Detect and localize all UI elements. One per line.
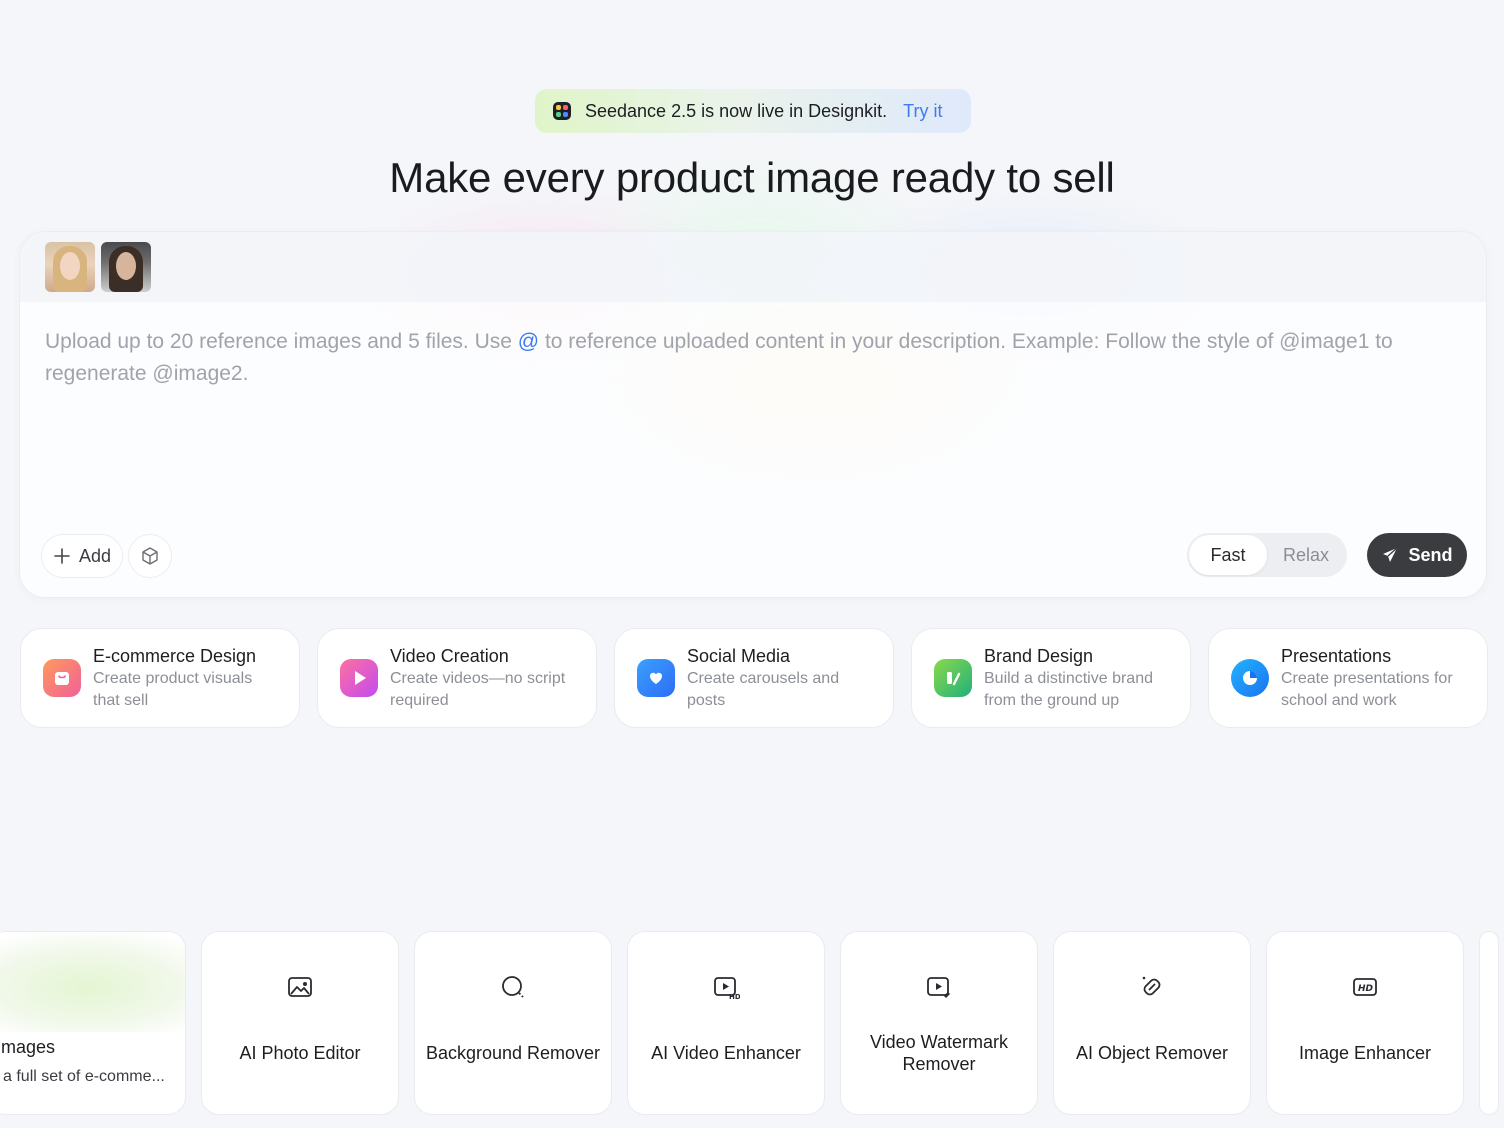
- eraser-icon: [1137, 972, 1167, 1002]
- page-headline: Make every product image ready to sell: [389, 154, 1115, 201]
- tool-cards: mages a full set of e-comme... AI Photo …: [0, 931, 1499, 1115]
- category-card-presentations[interactable]: Presentations Create presentations for s…: [1208, 628, 1488, 728]
- category-card-ecommerce-design[interactable]: E-commerce Design Create product visuals…: [20, 628, 300, 728]
- speed-toggle[interactable]: Fast Relax: [1187, 533, 1347, 577]
- tool-card-ai-object-remover[interactable]: AI Object Remover: [1053, 931, 1251, 1115]
- tool-label: AI Object Remover: [1075, 1043, 1229, 1063]
- tool-card-preview: [0, 932, 185, 1032]
- tool-card-partial[interactable]: [1479, 931, 1499, 1115]
- tool-label: AI Video Enhancer: [651, 1043, 801, 1063]
- category-title: E-commerce Design: [93, 646, 257, 666]
- shopping-bag-icon: [43, 659, 81, 697]
- category-title: Social Media: [687, 646, 791, 666]
- tool-label: mages: [1, 1037, 56, 1057]
- category-description: Create videos—no script required: [390, 670, 566, 709]
- tool-label: Video Watermark Remover: [869, 1032, 1009, 1074]
- tool-card-video-watermark-remover[interactable]: Video Watermark Remover: [840, 931, 1038, 1115]
- send-button[interactable]: Send: [1367, 533, 1467, 577]
- tool-card-ai-video-enhancer[interactable]: HD AI Video Enhancer: [627, 931, 825, 1115]
- tool-label: AI Photo Editor: [239, 1043, 361, 1063]
- brand-icon: [934, 659, 972, 697]
- tool-card-background-remover[interactable]: Background Remover: [414, 931, 612, 1115]
- designkit-logo-icon: [553, 102, 571, 120]
- video-hd-icon: HD: [711, 972, 741, 1002]
- heart-chat-icon: [637, 659, 675, 697]
- tool-card-image-enhancer[interactable]: HD Image Enhancer: [1266, 931, 1464, 1115]
- tool-label: Image Enhancer: [1298, 1043, 1432, 1063]
- category-description: Create product visuals that sell: [93, 670, 253, 709]
- add-button[interactable]: Add: [41, 534, 123, 578]
- add-button-label: Add: [78, 545, 112, 566]
- hd-icon: HD: [1350, 972, 1380, 1002]
- at-mention-symbol: @: [517, 330, 540, 353]
- speed-option-fast[interactable]: Fast: [1189, 535, 1267, 575]
- announcement-banner[interactable]: Seedance 2.5 is now live in Designkit. T…: [535, 89, 971, 133]
- category-description: Create carousels and posts: [687, 670, 840, 709]
- plus-icon: [54, 548, 70, 564]
- tool-description: a full set of e-comme...: [3, 1068, 165, 1085]
- tool-card-ai-photo-editor[interactable]: AI Photo Editor: [201, 931, 399, 1115]
- reference-image-thumbnail[interactable]: [101, 242, 151, 292]
- tool-label: Background Remover: [425, 1043, 601, 1063]
- play-icon: [340, 659, 378, 697]
- category-title: Brand Design: [984, 646, 1094, 666]
- announcement-text: Seedance 2.5 is now live in Designkit.: [585, 100, 888, 121]
- 3d-model-button[interactable]: [128, 534, 172, 578]
- background-remover-icon: [498, 972, 528, 1002]
- svg-text:HD: HD: [729, 993, 740, 1001]
- placeholder-text: Upload up to 20 reference images and 5 f…: [45, 330, 518, 353]
- category-card-social-media[interactable]: Social Media Create carousels and posts: [614, 628, 894, 728]
- reference-image-thumbnail[interactable]: [45, 242, 95, 292]
- prompt-input[interactable]: Upload up to 20 reference images and 5 f…: [20, 302, 1486, 390]
- svg-text:HD: HD: [1358, 984, 1374, 994]
- category-description: Create presentations for school and work: [1281, 670, 1453, 709]
- paper-plane-icon: [1383, 547, 1398, 562]
- try-it-link[interactable]: Try it: [903, 101, 942, 122]
- tool-card-ecommerce-images[interactable]: mages a full set of e-comme...: [0, 931, 186, 1115]
- category-cards: E-commerce Design Create product visuals…: [20, 628, 1488, 728]
- category-title: Presentations: [1281, 646, 1392, 666]
- category-card-brand-design[interactable]: Brand Design Build a distinctive brand f…: [911, 628, 1191, 728]
- cube-icon: [142, 547, 158, 565]
- category-title: Video Creation: [390, 646, 509, 666]
- category-description: Build a distinctive brand from the groun…: [984, 670, 1153, 709]
- pie-chart-icon: [1231, 659, 1269, 697]
- video-eraser-icon: [924, 972, 954, 1002]
- speed-option-relax[interactable]: Relax: [1267, 535, 1345, 575]
- category-card-video-creation[interactable]: Video Creation Create videos—no script r…: [317, 628, 597, 728]
- reference-thumbnails: [20, 232, 1486, 302]
- send-button-label: Send: [1408, 544, 1453, 565]
- image-edit-icon: [285, 972, 315, 1002]
- prompt-composer: Upload up to 20 reference images and 5 f…: [19, 231, 1487, 598]
